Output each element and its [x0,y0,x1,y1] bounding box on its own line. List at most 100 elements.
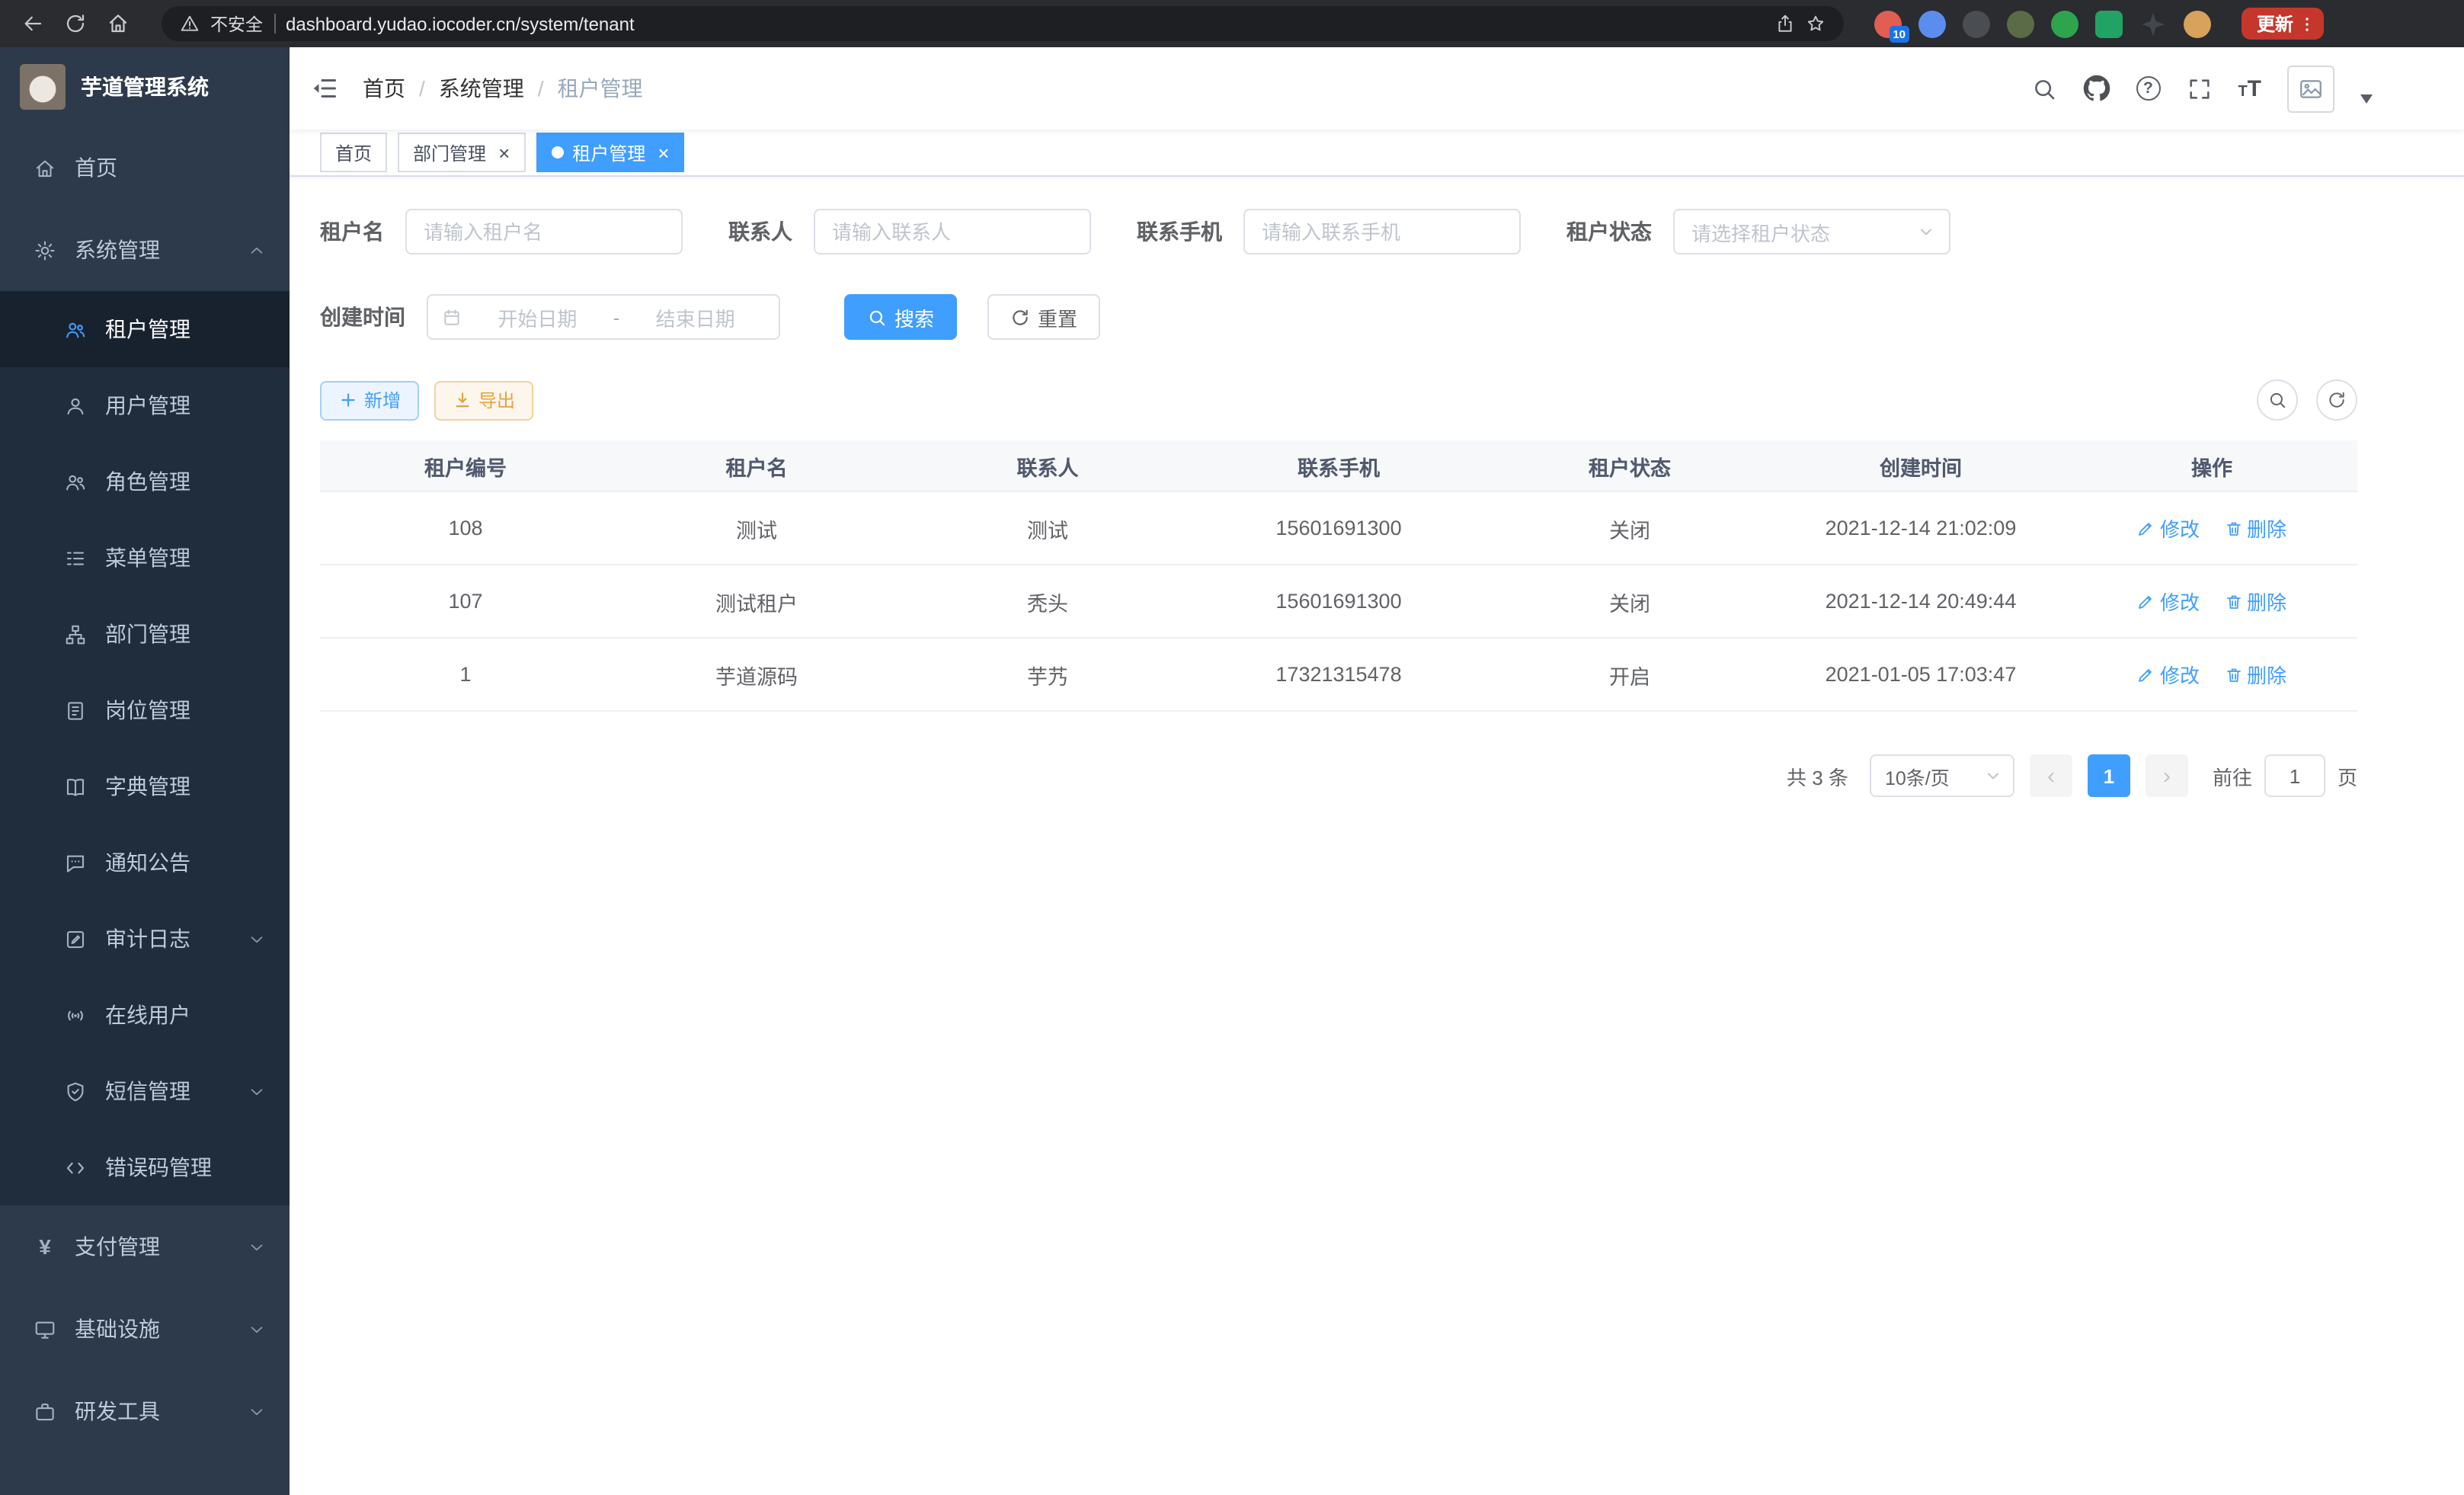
reload-button[interactable] [58,7,91,40]
refresh-table-button[interactable] [2316,379,2357,421]
plus-icon [338,390,358,410]
sidebar-item-payment[interactable]: ¥ 支付管理 [0,1205,290,1288]
sidebar-item-label: 岗位管理 [105,695,190,725]
tenant-name-input[interactable] [405,209,683,255]
sidebar-item-menu[interactable]: 菜单管理 [0,520,290,596]
table-row: 1 芋道源码 芋艿 17321315478 开启 2021-01-05 17:0… [320,639,2357,712]
delete-link[interactable]: 删除 [2224,587,2286,616]
trash-icon [2224,665,2242,683]
tab-tenant[interactable]: 租户管理 × [536,133,684,172]
sidebar-item-online-users[interactable]: 在线用户 [0,977,290,1053]
edit-link[interactable]: 修改 [2137,660,2200,689]
sidebar-item-label: 支付管理 [75,1231,160,1262]
contact-input[interactable] [814,209,1091,255]
extension-icon[interactable] [2051,10,2078,37]
share-icon[interactable] [1775,14,1795,34]
sidebar-item-dept[interactable]: 部门管理 [0,596,290,672]
prev-page-button[interactable]: ‹ [2030,754,2072,797]
avatar[interactable] [2287,65,2334,112]
help-icon[interactable]: ? [2136,76,2160,101]
caret-down-icon[interactable] [2360,94,2373,104]
delete-link[interactable]: 删除 [2224,514,2286,543]
toggle-search-button[interactable] [2257,379,2298,421]
menu-list-icon [64,546,87,569]
cell-contact: 秃头 [902,586,1193,616]
github-icon[interactable] [2082,75,2110,102]
next-page-button[interactable]: › [2146,754,2188,797]
sidebar-item-dict[interactable]: 字典管理 [0,748,290,824]
fullscreen-icon[interactable] [2186,75,2212,101]
collapse-sidebar-button[interactable] [290,47,360,130]
phone-input[interactable] [1243,209,1521,255]
breadcrumb-home[interactable]: 首页 [363,73,405,104]
sidebar-item-tenant[interactable]: 租户管理 [0,291,290,367]
column-header: 租户状态 [1484,450,1775,481]
reset-button[interactable]: 重置 [987,294,1100,340]
page-jump-input[interactable] [2264,754,2325,797]
sidebar-item-system[interactable]: 系统管理 [0,209,290,291]
filter-tenant-name: 租户名 [320,209,683,255]
gear-icon [34,238,56,261]
tab-dept[interactable]: 部门管理 × [398,133,525,172]
sidebar-item-post[interactable]: 岗位管理 [0,672,290,748]
extension-icon[interactable] [2007,10,2034,37]
close-icon[interactable]: × [658,142,669,162]
sidebar-item-label: 系统管理 [75,235,160,265]
sidebar-item-label: 在线用户 [105,1000,190,1030]
sidebar-item-audit-log[interactable]: 审计日志 [0,901,290,977]
filter-row-1: 租户名 联系人 联系手机 租户状态 请选择租户状态 [320,209,2357,255]
delete-link[interactable]: 删除 [2224,660,2286,689]
edit-link[interactable]: 修改 [2137,514,2200,543]
app-navbar: 首页 / 系统管理 / 租户管理 ? TT [290,47,2464,130]
date-range-picker[interactable]: 开始日期 - 结束日期 [427,294,780,340]
home-button[interactable] [101,7,134,40]
extension-icon[interactable] [2139,10,2167,37]
bookmark-star-icon[interactable] [1806,14,1826,34]
sidebar-item-label: 基础设施 [75,1314,160,1344]
breadcrumb-system[interactable]: 系统管理 [439,73,524,104]
extension-icon[interactable] [1918,10,1946,37]
export-button[interactable]: 导出 [434,380,533,420]
message-icon [64,851,87,874]
extension-icon[interactable] [1963,10,1990,37]
update-button[interactable]: 更新 [2242,8,2324,40]
sidebar-item-error-code[interactable]: 错误码管理 [0,1129,290,1205]
cell-phone: 17321315478 [1193,663,1484,686]
sidebar-item-role[interactable]: 角色管理 [0,443,290,520]
sidebar-item-home[interactable]: 首页 [0,126,290,209]
close-icon[interactable]: × [498,142,510,162]
extension-icon[interactable] [2184,10,2211,37]
status-select[interactable]: 请选择租户状态 [1673,209,1950,255]
sidebar-item-sms[interactable]: 短信管理 [0,1053,290,1129]
extension-icon[interactable] [2095,10,2123,37]
field-label: 租户状态 [1566,216,1652,247]
hamburger-icon [311,75,338,102]
column-header: 操作 [2066,450,2357,481]
briefcase-icon [34,1400,56,1423]
total-count: 共 3 条 [1787,761,1848,790]
edit-icon [2137,665,2155,683]
address-bar[interactable]: 不安全 dashboard.yudao.iocoder.cn/system/te… [162,6,1844,41]
sidebar-item-infrastructure[interactable]: 基础设施 [0,1288,290,1370]
extension-icon[interactable]: 10 [1874,10,1902,37]
back-button[interactable] [15,7,49,40]
end-date-placeholder: 结束日期 [626,303,765,331]
edit-link[interactable]: 修改 [2137,587,2200,616]
app-logo[interactable]: 芋道管理系统 [0,47,290,126]
download-icon [453,390,472,410]
font-size-icon[interactable]: TT [2238,77,2261,100]
breadcrumb-separator: / [419,76,425,101]
sidebar-item-notice[interactable]: 通知公告 [0,824,290,901]
kebab-menu-icon[interactable] [2298,14,2316,33]
url-text: dashboard.yudao.iocoder.cn/system/tenant [286,13,635,34]
cell-actions: 修改 删除 [2066,587,2357,616]
sidebar-item-user[interactable]: 用户管理 [0,367,290,443]
sidebar-item-dev-tools[interactable]: 研发工具 [0,1370,290,1452]
add-button[interactable]: 新增 [320,380,419,420]
table-header: 租户编号 租户名 联系人 联系手机 租户状态 创建时间 操作 [320,440,2357,492]
page-size-select[interactable]: 10条/页 [1870,754,2014,797]
tab-home[interactable]: 首页 [320,133,387,172]
page-1-button[interactable]: 1 [2088,754,2130,797]
search-icon[interactable] [2030,75,2056,101]
search-button[interactable]: 搜索 [844,294,957,340]
